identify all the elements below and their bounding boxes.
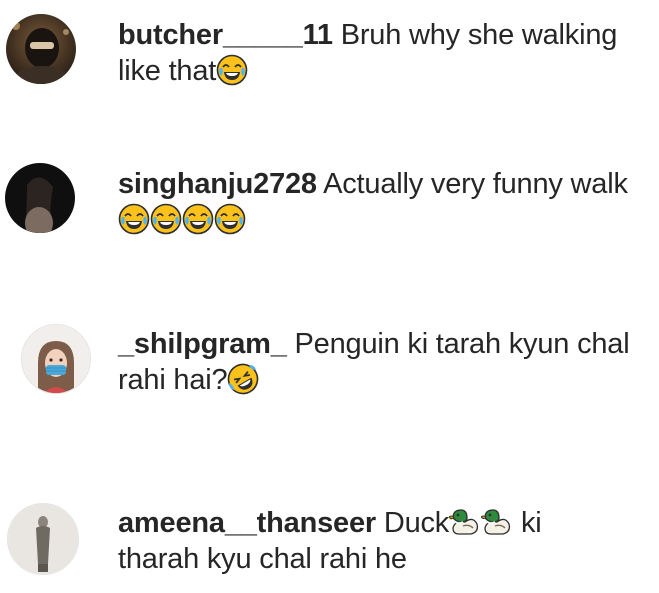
comment-text: tharah kyu chal rahi he (118, 543, 407, 575)
comment-username[interactable]: ameena__thanseer (118, 507, 376, 539)
avatar[interactable] (6, 14, 76, 84)
joy-emoji (182, 203, 214, 235)
duck-emoji (448, 506, 481, 538)
joy-emoji (150, 203, 182, 235)
duck-emoji (480, 506, 513, 538)
comment-text: like that (118, 55, 217, 87)
joy-emoji (118, 203, 150, 235)
rofl-emoji (227, 363, 259, 395)
comment-text: rahi hai? (118, 364, 228, 396)
avatar[interactable] (7, 503, 79, 575)
comment-text: Penguin ki tarah kyun chal (286, 328, 630, 360)
avatar[interactable] (21, 324, 91, 394)
comment-username[interactable]: _shilpgram_ (118, 328, 287, 360)
comment-text: ki (513, 507, 542, 539)
joy-emoji (216, 54, 248, 86)
joy-emoji (214, 203, 246, 235)
comment-username[interactable]: butcher_____11 (118, 19, 333, 51)
comment-username[interactable]: singhanju2728 (118, 168, 317, 200)
comment-text: Actually very funny walk (316, 168, 628, 200)
comment-text: Bruh why she walking (332, 19, 618, 51)
comment-text: Duck (375, 507, 450, 539)
avatar[interactable] (5, 163, 75, 233)
